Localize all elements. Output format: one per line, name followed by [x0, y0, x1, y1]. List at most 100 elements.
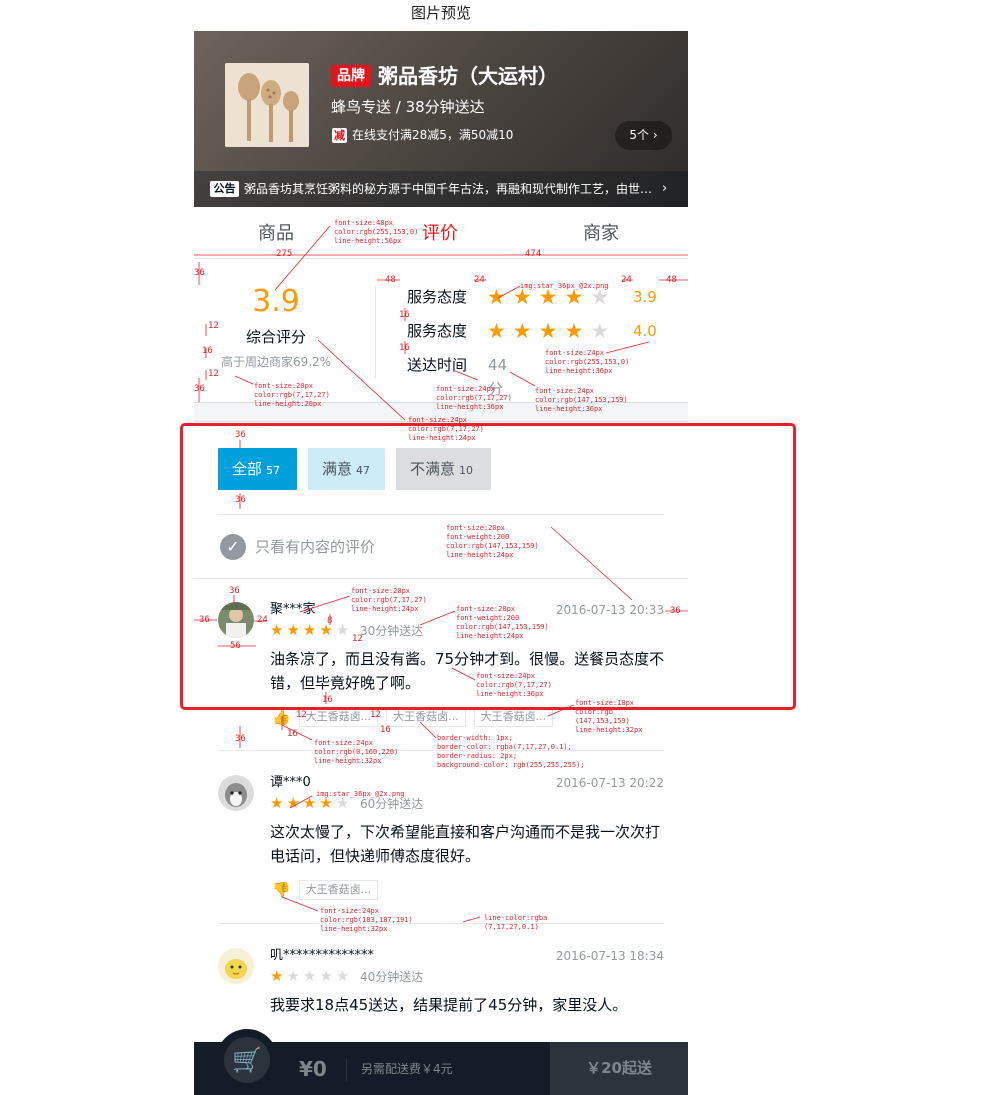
annotation: 275 [276, 249, 293, 259]
avatar [218, 775, 254, 811]
overall-score: 3.9 [252, 284, 300, 319]
star-rating: ★ ★ ★ ★ ★ [270, 968, 349, 984]
annotation: img:star_36px_@2x.png [316, 790, 405, 798]
annotation: font-size:20px color:rgb(7,17,27) line-h… [254, 382, 330, 408]
annotation: 474 [525, 249, 542, 259]
chevron-right-icon: › [662, 181, 668, 196]
highlight-box [180, 423, 796, 710]
tab-goods[interactable]: 商品 [258, 221, 294, 247]
score-label: 服务态度 [407, 322, 468, 340]
delivery-info: 蜂鸟专送 / 38分钟送达 [331, 98, 485, 116]
annotation: font-size:24px color:rgb(147,153,159) li… [535, 387, 628, 413]
star-icon: ★ [538, 319, 558, 343]
star-icon: ★ [512, 319, 532, 343]
star-icon: ★ [270, 794, 284, 812]
star-icon: ★ [487, 319, 506, 343]
rating-username: 谭***0 [270, 775, 311, 790]
annotation: font-size:18px color:rgb (147,153,159) l… [575, 699, 643, 734]
annotation: 36 [235, 495, 246, 505]
star-empty-icon: ★ [302, 967, 317, 985]
score-divider [375, 286, 376, 378]
annotation: 16 [322, 695, 333, 705]
star-empty-icon: ★ [319, 967, 333, 985]
rating-time: 2016-07-13 20:22 [555, 776, 664, 790]
annotation: 36 [194, 268, 205, 278]
annotation: 56 [230, 641, 241, 651]
star-icon: ★ [487, 285, 506, 309]
delivery-fee: 另需配送费￥4元 [361, 1062, 453, 1076]
annotation: 36 [235, 430, 246, 440]
score-overview: 3.9 综合评分 高于周边商家69.2% 服务态度 ★ ★ ★ ★ ★ 3.9 … [194, 260, 688, 422]
tab-ratings[interactable]: 评价 [422, 221, 458, 247]
annotation: font-size:20px font-weight:200 color:rgb… [446, 524, 539, 559]
annotation: line-color:rgba (7,17,27,0.1) [484, 914, 548, 931]
rating-delivery-time: 40分钟送达 [360, 970, 424, 984]
recommend-tags: 👍 大王香菇卤... 大王香菇卤... 大王香菇卤... [272, 707, 554, 727]
annotation: font-size:24px color:rgb(255,153,0) line… [545, 349, 630, 375]
annotation: font-size:24px color:rgb(7,17,27) line-h… [408, 416, 484, 442]
promo-text: 在线支付满28减5，满50减10 [352, 128, 514, 142]
notice-bar[interactable]: 公告 粥品香坊其烹饪粥料的秘方源于中国千年古法，再融和现代制作工艺，由世界烹饪大… [194, 171, 688, 207]
discount-icon: 减 [332, 128, 347, 143]
cart-button[interactable]: 🛒 [216, 1029, 278, 1091]
annotation: 24 [621, 275, 632, 285]
score-value: 4.0 [633, 322, 657, 340]
rating-time: 2016-07-13 18:34 [555, 949, 664, 963]
tab-seller[interactable]: 商家 [583, 221, 619, 247]
annotation: border-width: 1px; border-color: rgba(7,… [437, 734, 585, 769]
promo-count-button[interactable]: 5个 › [615, 121, 672, 150]
shopcart-bar: 🛒 ¥0 另需配送费￥4元 ￥20起送 [194, 1029, 688, 1095]
annotation: 12 [352, 634, 363, 644]
dish-tag: 大王香菇卤... [473, 707, 554, 727]
thumb-up-icon: 👍 [272, 708, 291, 726]
shop-name: 粥品香坊（大运村） [378, 64, 558, 88]
cart-icon: 🛒 [224, 1037, 270, 1083]
annotation: 12 [296, 710, 307, 720]
score-label: 服务态度 [407, 288, 468, 306]
rating-text: 我要求18点45送达，结果提前了45分钟，家里没人。 [270, 996, 628, 1014]
star-empty-icon: ★ [286, 967, 300, 985]
annotation: 16 [399, 310, 410, 320]
annotation: font-size:20px font-weight:200 color:rgb… [456, 605, 549, 640]
star-icon: ★ [302, 794, 317, 812]
annotation: 12 [370, 710, 381, 720]
divider [346, 1059, 347, 1081]
annotation: img:star_36px_@2x.png [520, 282, 609, 290]
divider [218, 923, 664, 924]
dish-tag: 大王香菇卤... [298, 880, 379, 900]
annotation: 16 [287, 729, 298, 739]
score-value: 3.9 [633, 288, 657, 306]
rating-username: 叽************** [270, 948, 375, 963]
shop-header: 品牌 粥品香坊（大运村） 蜂鸟专送 / 38分钟送达 减 在线支付满28减5，满… [194, 31, 688, 207]
annotation: 36 [670, 606, 681, 616]
rating-text: 这次太慢了，下次希望能直接和客户沟通而不是我一次次打电话问，但快递师傅态度很好。 [270, 823, 661, 865]
annotation: font-size:20px color:rgb(7,17,27) line-h… [351, 587, 427, 613]
annotation: 12 [208, 321, 219, 331]
annotation: font-size:24px color:rgb(0,160,220) line… [314, 739, 399, 765]
annotation: 36 [194, 384, 205, 394]
annotation: 16 [399, 343, 410, 353]
star-empty-icon: ★ [590, 319, 610, 343]
thumb-down-icon: 👎 [272, 881, 291, 899]
notice-text: 粥品香坊其烹饪粥料的秘方源于中国千年古法，再融和现代制作工艺，由世界烹饪大师屈浩… [244, 182, 654, 196]
annotation: font-size:24px color:rgb(7,17,27) line-h… [476, 672, 552, 698]
annotation: font-size:24px color:rgb(183,187,191) li… [320, 907, 413, 933]
page-title: 图片预览 [410, 4, 471, 22]
star-icon: ★ [564, 319, 584, 343]
annotation: font-size:48px color:rgb(255,153,0) line… [334, 219, 419, 245]
recommend-tags: 👎 大王香菇卤... [272, 880, 379, 900]
annotation: 24 [474, 275, 485, 285]
annotation: 12 [208, 369, 219, 379]
tab-bar: 商品 评价 商家 [194, 207, 688, 259]
cart-total-price: ¥0 [299, 1057, 327, 1081]
annotation: 16 [202, 346, 213, 356]
annotation: 8 [327, 616, 333, 626]
star-empty-icon: ★ [335, 967, 350, 985]
annotation: 36 [199, 615, 210, 625]
dish-tag: 大王香菇卤... [298, 707, 379, 727]
min-order-button[interactable]: ￥20起送 [550, 1042, 688, 1095]
notice-badge: 公告 [210, 181, 239, 197]
annotation: 36 [235, 734, 246, 744]
annotation: 48 [385, 275, 396, 285]
annotation: 24 [257, 615, 268, 625]
